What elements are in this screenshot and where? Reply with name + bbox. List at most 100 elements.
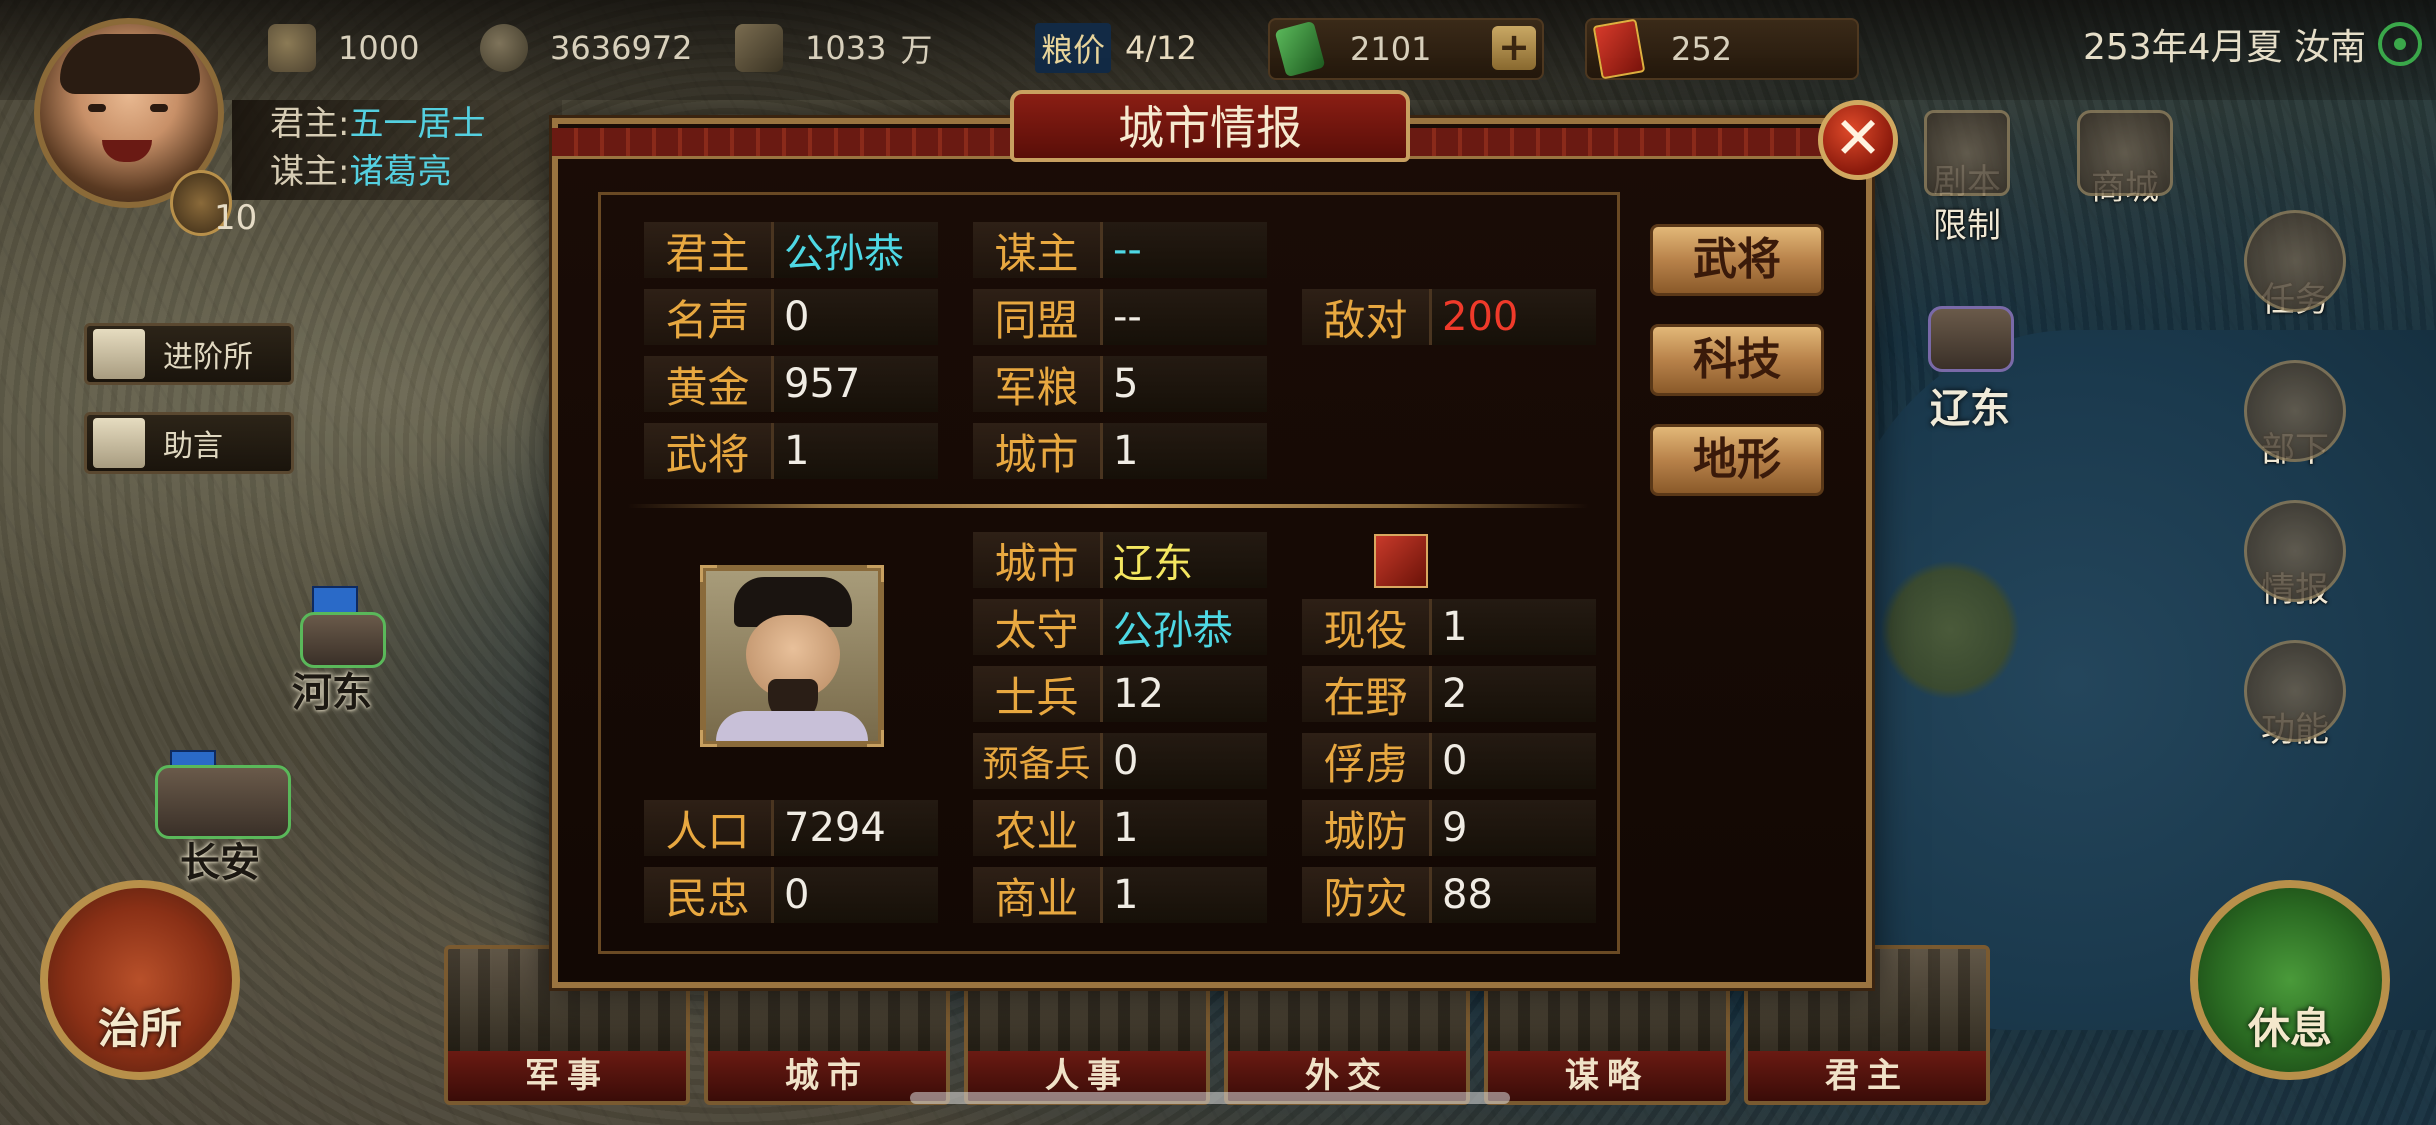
city-commerce-value: 1 xyxy=(1103,867,1267,923)
city-loyalty-label: 民忠 xyxy=(644,867,774,923)
ruler-row: 君主:五一居士 xyxy=(232,100,562,148)
city-captives: 俘虏 0 xyxy=(1302,733,1596,789)
ruler-info: 君主:五一居士 谋主:诸葛亮 xyxy=(232,100,562,200)
close-button[interactable]: ✕ xyxy=(1818,100,1898,180)
city-captives-value: 0 xyxy=(1432,733,1596,789)
grain-unit: 万 xyxy=(900,31,933,69)
office-label: 治所 xyxy=(97,1004,182,1053)
strategist-row: 谋主:诸葛亮 xyxy=(232,148,562,196)
grain-resource: 1033 万 xyxy=(735,18,932,78)
faction-cities-label: 城市 xyxy=(973,423,1103,479)
city-population-label: 人口 xyxy=(644,800,774,856)
jade-icon xyxy=(1274,20,1326,78)
city-governor: 太守 公孙恭 xyxy=(973,599,1267,655)
intel-button[interactable]: 情报 xyxy=(2240,500,2350,611)
faction-hostility: 敌对 200 xyxy=(1302,289,1596,345)
scroll-icon xyxy=(93,418,145,468)
tab-ruler-label: 君主 xyxy=(1748,1051,1986,1101)
city-agriculture-value: 1 xyxy=(1103,800,1267,856)
task-icon xyxy=(2244,210,2346,312)
city-population-value: 7294 xyxy=(774,800,938,856)
ticket-icon xyxy=(1592,18,1646,80)
city-commerce: 商业 1 xyxy=(973,867,1267,923)
faction-ruler-value: 公孙恭 xyxy=(774,222,938,278)
faction-fame: 名声 0 xyxy=(644,289,938,345)
faction-strategist: 谋主 -- xyxy=(973,222,1267,278)
faction-gold: 黄金 957 xyxy=(644,356,938,412)
city-disaster-value: 88 xyxy=(1432,867,1596,923)
advance-label: 进阶所 xyxy=(163,340,253,375)
city-defense: 城防 9 xyxy=(1302,800,1596,856)
city-active-value: 1 xyxy=(1432,599,1596,655)
task-button[interactable]: 任务 xyxy=(2240,210,2350,321)
gold-resource: 1000 xyxy=(268,18,419,78)
city-reserve-value: 0 xyxy=(1103,733,1267,789)
advance-button[interactable]: 进阶所 xyxy=(84,323,294,385)
city-loyalty: 民忠 0 xyxy=(644,867,938,923)
faction-strategist-value: -- xyxy=(1103,222,1267,278)
city-unemployed-value: 2 xyxy=(1432,666,1596,722)
dialog-title: 城市情报 xyxy=(1010,90,1410,162)
city-disaster-label: 防灾 xyxy=(1302,867,1432,923)
date-location: 253年4月夏 汝南 xyxy=(2082,27,2366,68)
generals-button[interactable]: 武将 xyxy=(1650,224,1824,296)
city-unemployed-label: 在野 xyxy=(1302,666,1432,722)
faction-fame-label: 名声 xyxy=(644,289,774,345)
advice-button[interactable]: 助言 xyxy=(84,412,294,474)
terrain-button[interactable]: 地形 xyxy=(1650,424,1824,496)
advice-label: 助言 xyxy=(163,429,223,464)
tech-button[interactable]: 科技 xyxy=(1650,324,1824,396)
changan-city-icon[interactable] xyxy=(155,765,291,839)
city-hedong[interactable]: 河东 xyxy=(292,660,372,718)
ruler-name: 五一居士 xyxy=(349,104,486,144)
grain-price-label: 粮价 xyxy=(1035,23,1112,73)
gate-icon xyxy=(93,329,145,379)
network-signal-icon xyxy=(2378,22,2422,66)
rest-label: 休息 xyxy=(2247,1004,2332,1053)
home-indicator[interactable] xyxy=(910,1092,1510,1104)
liaodong-city-icon[interactable] xyxy=(1928,306,2014,372)
functions-button[interactable]: 功能 xyxy=(2240,640,2350,751)
faction-alliance-value: -- xyxy=(1103,289,1267,345)
governor-portrait[interactable] xyxy=(700,565,884,747)
faction-food: 军粮 5 xyxy=(973,356,1267,412)
city-governor-value: 公孙恭 xyxy=(1103,599,1267,655)
city-defense-label: 城防 xyxy=(1302,800,1432,856)
player-level: 10 xyxy=(214,198,258,238)
shop-button[interactable]: 商城 xyxy=(2070,110,2180,209)
city-changan[interactable]: 长安 xyxy=(180,830,260,888)
subordinates-button[interactable]: 部下 xyxy=(2240,360,2350,471)
city-reserve-label: 预备兵 xyxy=(973,733,1103,789)
script-scroll-icon xyxy=(1924,110,2010,196)
money-value: 3636972 xyxy=(550,29,693,67)
faction-alliance: 同盟 -- xyxy=(973,289,1267,345)
city-disaster: 防灾 88 xyxy=(1302,867,1596,923)
ruler-label: 君主: xyxy=(270,104,350,144)
jade-value: 2101 xyxy=(1350,30,1432,68)
faction-gold-value: 957 xyxy=(774,356,938,412)
city-active: 现役 1 xyxy=(1302,599,1596,655)
weapon-icon xyxy=(1374,534,1428,588)
add-jade-button[interactable]: + xyxy=(1492,26,1536,70)
city-soldiers-label: 士兵 xyxy=(973,666,1103,722)
city-unemployed: 在野 2 xyxy=(1302,666,1596,722)
city-population: 人口 7294 xyxy=(644,800,938,856)
faction-gold-label: 黄金 xyxy=(644,356,774,412)
faction-food-value: 5 xyxy=(1103,356,1267,412)
subordinates-icon xyxy=(2244,360,2346,462)
city-captives-label: 俘虏 xyxy=(1302,733,1432,789)
island xyxy=(1880,560,2020,700)
grain-value: 1033 xyxy=(805,29,887,67)
grain-price: 粮价 4/12 xyxy=(1035,23,1197,73)
tab-strategy-label: 谋略 xyxy=(1488,1051,1726,1101)
faction-fame-value: 0 xyxy=(774,289,938,345)
faction-alliance-label: 同盟 xyxy=(973,289,1103,345)
strategist-name: 诸葛亮 xyxy=(349,152,452,192)
city-liaodong[interactable]: 辽东 xyxy=(1930,376,2010,434)
faction-generals-label: 武将 xyxy=(644,423,774,479)
script-limit-button[interactable]: 剧本 限制 xyxy=(1912,110,2022,248)
grain-price-value: 4/12 xyxy=(1125,29,1197,67)
faction-ruler: 君主 公孙恭 xyxy=(644,222,938,278)
city-soldiers-value: 12 xyxy=(1103,666,1267,722)
coin-icon xyxy=(480,24,528,72)
